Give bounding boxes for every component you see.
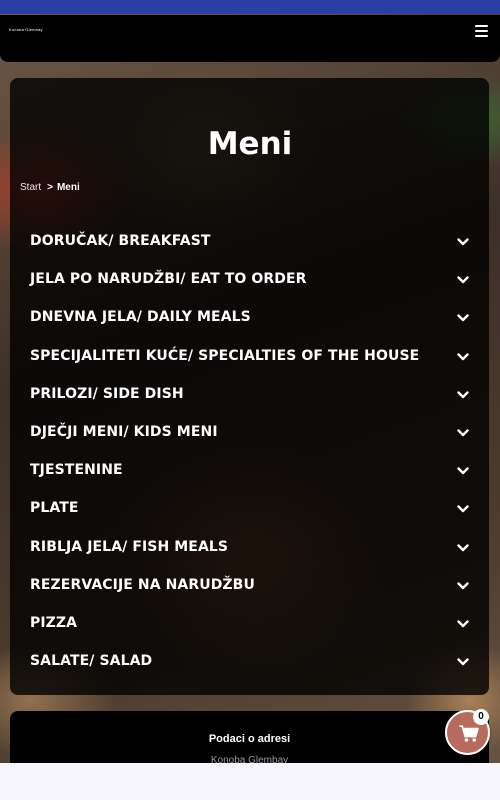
menu-category-label: PIZZA bbox=[30, 614, 78, 631]
shopping-cart-icon bbox=[459, 725, 479, 742]
menu-category-label: DNEVNA JELA/ DAILY MEALS bbox=[30, 309, 251, 326]
chevron-down-icon bbox=[457, 543, 469, 551]
breadcrumb-separator: > bbox=[47, 182, 53, 193]
menu-category-pasta[interactable]: TJESTENINE bbox=[30, 451, 470, 489]
chevron-down-icon bbox=[457, 582, 469, 589]
chevron-down-icon bbox=[457, 620, 469, 628]
chevron-down-icon bbox=[457, 238, 469, 246]
chevron-down-icon bbox=[457, 276, 469, 284]
menu-category-eat-to-order[interactable]: JELA PO NARUDŽBI/ EAT TO ORDER bbox=[30, 260, 470, 298]
breadcrumb-current: Meni bbox=[56, 182, 80, 193]
menu-category-label: PRILOZI/ SIDE DISH bbox=[30, 385, 184, 402]
menu-category-label: PLATE bbox=[30, 500, 79, 517]
menu-category-kids-menu[interactable]: DJEČJI MENI/ KIDS MENI bbox=[30, 413, 470, 451]
bottom-bar bbox=[0, 763, 500, 800]
breadcrumb-home-link[interactable]: Start bbox=[20, 182, 41, 193]
menu-category-label: JELA PO NARUDŽBI/ EAT TO ORDER bbox=[30, 271, 307, 288]
menu-category-list: DORUČAK/ BREAKFAST JELA PO NARUDŽBI/ EAT… bbox=[30, 222, 470, 680]
chevron-down-icon bbox=[457, 505, 469, 513]
menu-category-breakfast[interactable]: DORUČAK/ BREAKFAST bbox=[30, 222, 470, 260]
menu-category-pizza[interactable]: PIZZA bbox=[30, 604, 470, 642]
menu-category-side-dish[interactable]: PRILOZI/ SIDE DISH bbox=[30, 375, 470, 413]
menu-category-specialties[interactable]: SPECIJALITETI KUĆE/ SPECIALTIES OF THE H… bbox=[30, 337, 470, 375]
menu-category-label: DORUČAK/ BREAKFAST bbox=[30, 233, 211, 250]
menu-category-reservations[interactable]: REZERVACIJE NA NARUDŽBU bbox=[30, 566, 470, 604]
breadcrumb: Start > Meni bbox=[20, 182, 80, 193]
menu-category-label: SALATE/ SALAD bbox=[30, 653, 153, 670]
address-info-card: Podaci o adresi Konoba Glembay bbox=[10, 711, 489, 771]
page-title: Meni bbox=[207, 126, 293, 162]
logo[interactable]: Konoba Glembay bbox=[9, 27, 43, 32]
chevron-down-icon bbox=[457, 314, 469, 322]
hamburger-menu-icon[interactable] bbox=[475, 25, 488, 37]
chevron-down-icon bbox=[457, 429, 469, 437]
menu-category-label: SPECIJALITETI KUĆE/ SPECIALTIES OF THE H… bbox=[30, 347, 420, 364]
menu-category-label: REZERVACIJE NA NARUDŽBU bbox=[30, 576, 255, 593]
site-header: Konoba Glembay bbox=[0, 15, 500, 62]
top-accent-bar bbox=[0, 0, 500, 14]
menu-category-label: DJEČJI MENI/ KIDS MENI bbox=[30, 424, 218, 441]
menu-category-label: TJESTENINE bbox=[30, 462, 123, 479]
address-info-title: Podaci o adresi bbox=[208, 733, 291, 745]
menu-category-plates[interactable]: PLATE bbox=[30, 489, 470, 527]
menu-category-fish-meals[interactable]: RIBLJA JELA/ FISH MEALS bbox=[30, 528, 470, 566]
chevron-down-icon bbox=[457, 467, 469, 475]
menu-category-daily-meals[interactable]: DNEVNA JELA/ DAILY MEALS bbox=[30, 298, 470, 336]
chevron-down-icon bbox=[457, 658, 469, 666]
cart-count-badge: 0 bbox=[473, 709, 489, 725]
menu-category-label: RIBLJA JELA/ FISH MEALS bbox=[30, 538, 229, 555]
menu-category-salad[interactable]: SALATE/ SALAD bbox=[30, 642, 470, 680]
chevron-down-icon bbox=[457, 391, 469, 399]
chevron-down-icon bbox=[457, 352, 469, 360]
